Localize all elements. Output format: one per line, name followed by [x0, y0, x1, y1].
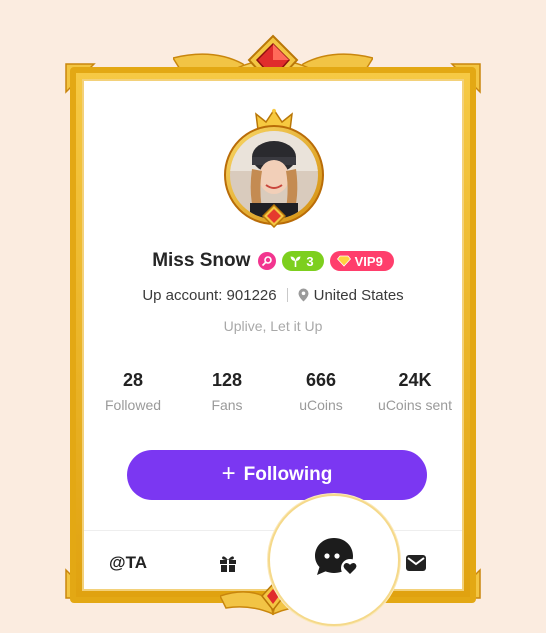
- stat-value: 128: [211, 370, 243, 390]
- following-label: Following: [243, 464, 333, 485]
- stat-label: uCoins sent: [378, 397, 452, 413]
- separator: [286, 288, 288, 302]
- chat-heart-icon[interactable]: [313, 536, 359, 578]
- plus-icon: +: [221, 460, 236, 487]
- account-row: Up account: 901226 United States: [0, 285, 546, 305]
- level-badge: 3: [282, 251, 324, 271]
- stat-label: Fans: [211, 397, 243, 413]
- diamond-icon: [336, 255, 351, 267]
- mail-icon[interactable]: [405, 554, 427, 572]
- divider: [84, 530, 462, 531]
- avatar-container[interactable]: [221, 108, 327, 228]
- stats-row: 28 Followed 128 Fans 666 uCoins 24K uCoi…: [86, 370, 462, 413]
- stat-ucoins-sent[interactable]: 24K uCoins sent: [368, 370, 462, 413]
- location: United States: [298, 287, 404, 304]
- stat-label: uCoins: [299, 397, 343, 413]
- key-icon: [262, 256, 273, 267]
- location-text: United States: [313, 286, 404, 304]
- ruby-badge-icon: [262, 204, 286, 228]
- stat-label: Followed: [104, 397, 162, 413]
- following-button[interactable]: + Following: [127, 450, 427, 500]
- user-name: Miss Snow: [152, 250, 251, 271]
- stat-value: 666: [305, 370, 337, 390]
- stat-followed[interactable]: 28 Followed: [86, 370, 180, 413]
- name-row: Miss Snow 3 VIP9: [0, 248, 546, 274]
- stat-fans[interactable]: 128 Fans: [180, 370, 274, 413]
- level-value: 3: [306, 253, 314, 269]
- bio-text: Uplive, Let it Up: [223, 318, 323, 334]
- stat-ucoins[interactable]: 666 uCoins: [274, 370, 368, 413]
- official-badge: [258, 252, 277, 270]
- mention-button[interactable]: @TA: [109, 553, 147, 573]
- stat-value: 28: [122, 370, 144, 390]
- vip-badge: VIP9: [329, 251, 394, 271]
- stat-value: 24K: [398, 370, 432, 390]
- sprout-icon: [290, 256, 301, 267]
- location-pin-icon: [298, 288, 309, 302]
- gift-icon[interactable]: [218, 553, 238, 573]
- vip-label: VIP9: [354, 253, 383, 269]
- account-id: Up account: 901226: [142, 286, 277, 304]
